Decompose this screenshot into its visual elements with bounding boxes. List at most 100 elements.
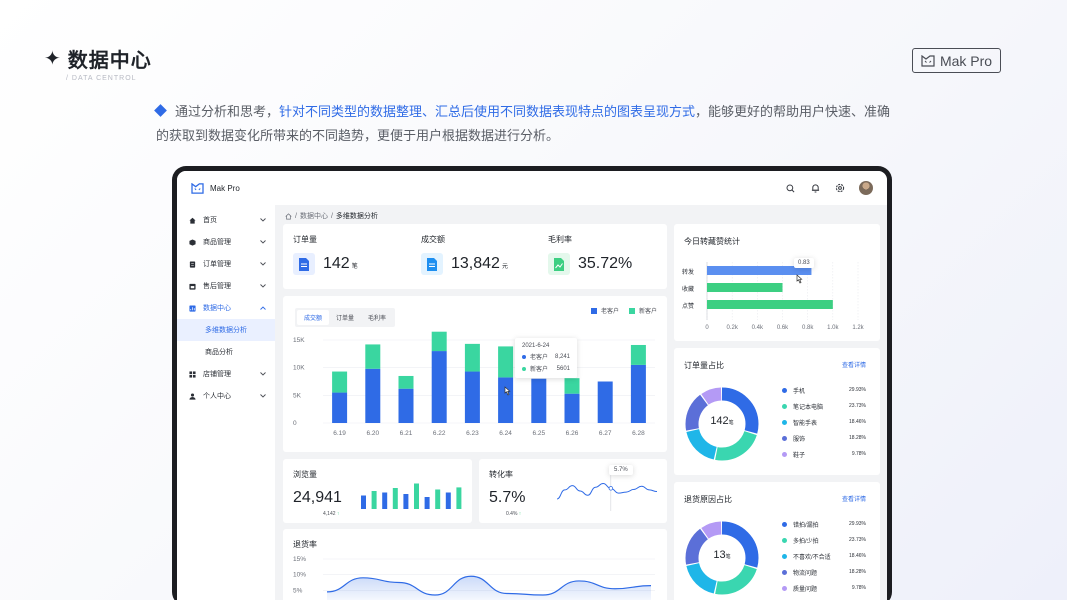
bar-new [431,331,447,352]
kpi-value: 35.72% [578,255,633,272]
breadcrumb: / 数据中心 / 多维数据分析 [285,211,378,221]
y-tick-label: 15K [293,337,305,344]
conversion-line [556,483,658,500]
chevron-down-icon [260,394,266,398]
bar-old [564,393,580,423]
home-icon[interactable] [285,212,292,220]
conversion-tooltip: 5.7% [609,465,633,475]
x-tick-label: 6.19 [333,430,346,437]
views-bar-chart [361,483,462,509]
conversion-card: 转化率 5.7% 0.4% ↑ 5.7% [479,459,667,523]
gear-icon[interactable] [834,182,846,194]
device-frame: Mak Pro 首页 商品管理 订单管理 售后管理 数据中心 多维数据分析 商品… [172,166,892,600]
legend-item[interactable]: 鞋子 9.78% [782,446,866,462]
bar-old [431,351,447,423]
legend-dot [782,403,787,409]
bar-old [398,388,414,423]
tooltip-date: 2021-6-24 [522,343,550,349]
data-icon [189,304,196,312]
legend-value: 9.78% [851,585,866,591]
sidebar-item-profile[interactable]: 个人中心 [177,385,275,407]
legend-item[interactable]: 不喜欢/不合适 18.46% [782,548,866,564]
legend-item[interactable]: 服饰 18.28% [782,430,866,446]
chevron-up-icon [260,306,266,310]
y-tick-label: 5% [293,587,303,594]
legend-item[interactable]: 物流问题 18.28% [782,564,866,580]
conversion-value: 5.7% [489,489,526,506]
sidebar-item-label: 数据中心 [203,305,231,312]
kpi-value: 142 [323,255,350,272]
bar-old [464,371,480,423]
chevron-down-icon [260,218,266,222]
card-title: 浏览量 [293,470,317,479]
y-tick-label: 点赞 [682,302,694,310]
view-details-link[interactable]: 查看详情 [842,494,866,503]
sidebar-item-home[interactable]: 首页 [177,209,275,231]
legend-label: 不喜欢/不合适 [793,554,831,561]
mini-bar [361,495,366,509]
x-tick-label: 0.6k [777,325,789,331]
avatar[interactable] [859,181,873,195]
main-chart-card: 成交额 订单量 毛利率 老客户 新客户 0 5K 10K 15K 6.19 6.20 6.2… [283,296,667,452]
topbar-actions [784,181,873,195]
sidebar-subitem-product-analysis[interactable]: 商品分析 [177,341,275,363]
bar-new [464,343,480,372]
breadcrumb-current: 多维数据分析 [335,213,378,220]
mini-bar [424,497,430,509]
sidebar-item-label: 订单管理 [203,261,231,268]
sidebar-item-aftersales[interactable]: 售后管理 [177,275,275,297]
breadcrumb-item[interactable]: 数据中心 [300,211,328,221]
page-title: ✦ 数据中心 [44,44,152,73]
app-logo[interactable]: Mak Pro [191,182,240,194]
legend-item[interactable]: 多拍/少拍 23.73% [782,532,866,548]
order-share-legend: 手机 29.93% 笔记本电脑 23.73% 智能手表 18.46% 服饰 18.28% 鞋子 9… [782,382,866,462]
sidebar-item-data-center[interactable]: 数据中心 [177,297,275,319]
y-tick-label: 收藏 [682,285,694,293]
bar-old [531,378,547,423]
order-icon [189,260,196,268]
sidebar-item-label: 首页 [203,217,217,224]
sidebar-item-orders[interactable]: 订单管理 [177,253,275,275]
bar-new [398,375,414,389]
donut-center-value: 142笔 [710,415,734,427]
legend-item[interactable]: 错拍/漏拍 29.93% [782,516,866,532]
sparkle-icon: ✦ [44,48,62,70]
returns-area-fill [327,576,651,600]
view-details-link[interactable]: 查看详情 [842,360,866,369]
bell-icon[interactable] [809,182,821,194]
brand-logo-icon [921,54,935,67]
legend-label: 笔记本电脑 [793,404,824,411]
sidebar-item-store[interactable]: 店铺管理 [177,363,275,385]
legend-value: 18.28% [849,435,866,441]
brand-badge-label: Mak Pro [939,52,993,69]
legend-dot [782,569,787,575]
x-tick-label: 6.20 [366,430,379,437]
legend-dot [782,387,787,393]
diamond-bullet-icon [154,104,167,117]
bar-old [332,392,348,423]
app-logo-icon [191,182,204,194]
user-icon [189,392,196,400]
legend-item[interactable]: 笔记本电脑 23.73% [782,398,866,414]
sidebar-subitem-multi-analysis[interactable]: 多维数据分析 [177,319,275,341]
donut-center-value: 13笔 [713,549,731,561]
x-tick-label: 0.4k [752,325,764,331]
x-tick-label: 0 [705,325,709,331]
legend-item[interactable]: 智能手表 18.46% [782,414,866,430]
app-topbar: Mak Pro [177,171,887,205]
sidebar-item-products[interactable]: 商品管理 [177,231,275,253]
y-tick-label: 10K [293,365,305,372]
legend-item[interactable]: 质量问题 9.78% [782,580,866,596]
kpi-unit: 笔 [351,264,358,270]
card-title: 退货原因占比 [684,495,732,504]
page-header: ✦ 数据中心 / DATA CENTROL [44,44,152,82]
return-reason-card: 退货原因占比 查看详情 13笔 错拍/漏拍 29.93% 多拍/少拍 23.73% 不喜… [674,482,880,600]
x-tick-label: 6.21 [400,430,413,437]
x-tick-label: 6.23 [466,430,479,437]
app-name: Mak Pro [210,183,240,193]
cursor-icon [504,386,511,396]
legend-item[interactable]: 手机 29.93% [782,382,866,398]
mini-bar [435,489,441,509]
kpi-value: 13,842 [451,255,500,272]
search-icon[interactable] [784,182,796,194]
